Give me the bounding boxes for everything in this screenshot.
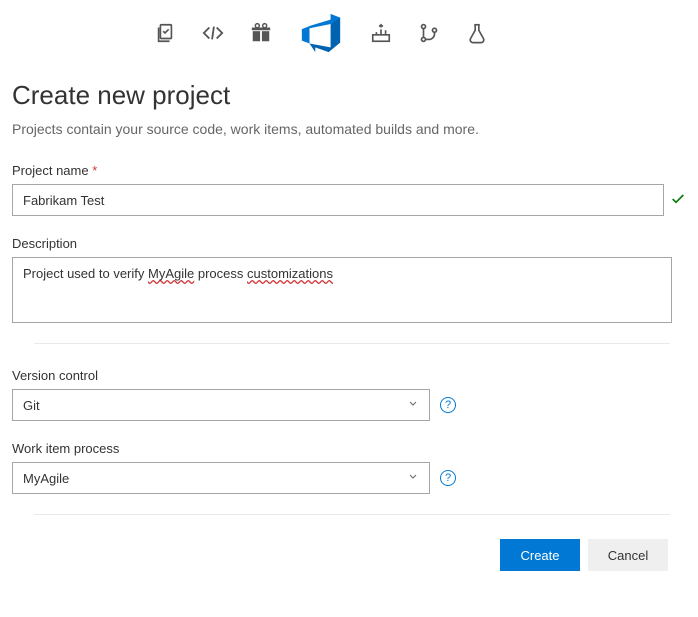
boards-icon[interactable] [154, 22, 176, 44]
checkmark-icon [670, 191, 686, 210]
divider [34, 514, 670, 515]
desc-text-squiggle: customizations [247, 266, 333, 281]
chevron-down-icon [407, 398, 419, 413]
code-icon[interactable] [202, 22, 224, 44]
project-name-label: Project name * [12, 163, 686, 178]
page-title: Create new project [12, 80, 686, 111]
description-input[interactable]: Project used to verify MyAgile process c… [12, 257, 672, 323]
select-value: MyAgile [23, 471, 69, 486]
work-item-process-select[interactable]: MyAgile [12, 462, 430, 494]
test-icon[interactable] [466, 22, 488, 44]
version-control-label: Version control [12, 368, 686, 383]
service-icons-row [12, 10, 686, 56]
work-item-process-label: Work item process [12, 441, 686, 456]
create-button[interactable]: Create [500, 539, 580, 571]
cancel-button[interactable]: Cancel [588, 539, 668, 571]
work-item-process-field: Work item process MyAgile ? [12, 441, 686, 494]
desc-text-squiggle: MyAgile [148, 266, 194, 281]
button-row: Create Cancel [12, 539, 686, 571]
required-marker: * [92, 163, 97, 178]
repos-icon[interactable] [418, 22, 440, 44]
desc-text: process [194, 266, 247, 281]
label-text: Project name [12, 163, 89, 178]
description-label: Description [12, 236, 686, 251]
help-icon[interactable]: ? [440, 470, 456, 486]
gift-icon[interactable] [250, 22, 272, 44]
project-name-input[interactable] [12, 184, 664, 216]
desc-text: Project used to verify [23, 266, 148, 281]
divider [34, 343, 670, 344]
chevron-down-icon [407, 471, 419, 486]
version-control-select[interactable]: Git [12, 389, 430, 421]
project-name-field: Project name * [12, 163, 686, 216]
description-field: Description Project used to verify MyAgi… [12, 236, 686, 323]
help-icon[interactable]: ? [440, 397, 456, 413]
version-control-field: Version control Git ? [12, 368, 686, 421]
azure-devops-icon[interactable] [298, 10, 344, 56]
page-subtitle: Projects contain your source code, work … [12, 121, 686, 137]
pipelines-icon[interactable] [370, 22, 392, 44]
select-value: Git [23, 398, 40, 413]
